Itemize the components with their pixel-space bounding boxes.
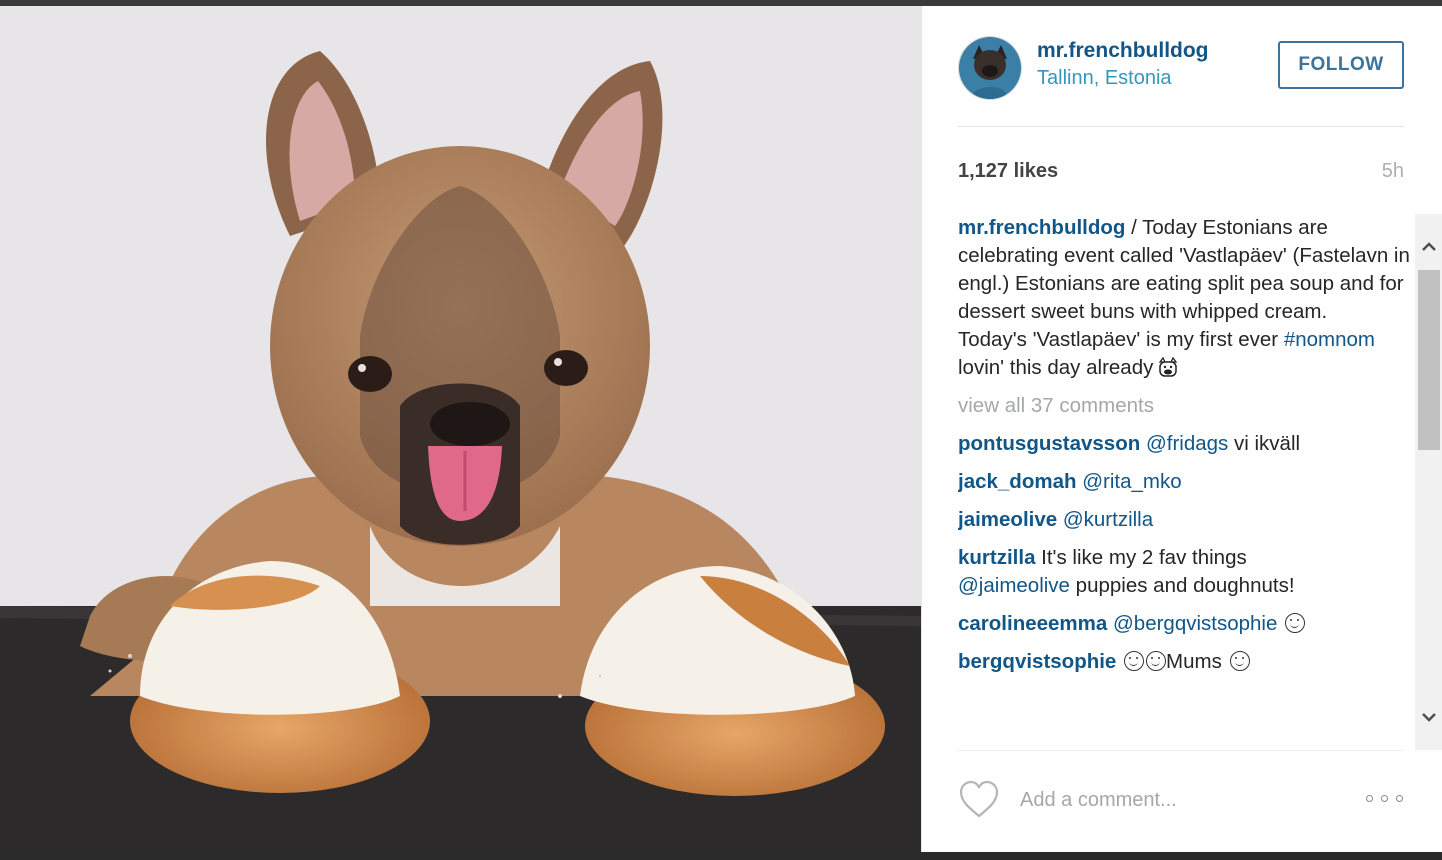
likes-count[interactable]: 1,127 likes xyxy=(958,160,1058,183)
comment-username[interactable]: jaimeolive xyxy=(958,508,1057,531)
smiling-face-emoji-icon xyxy=(1124,651,1145,671)
post-timestamp[interactable]: 5h xyxy=(1382,160,1404,183)
comment-item: jack_domah @rita_mko xyxy=(958,468,1410,496)
comments-scrollbar[interactable] xyxy=(1415,214,1442,750)
french-bulldog-photo xyxy=(0,6,921,852)
comment-username[interactable]: carolineeemma xyxy=(958,612,1107,635)
comment-item: kurtzilla It's like my 2 fav things @jai… xyxy=(958,544,1410,600)
cow-face-emoji-icon xyxy=(1159,356,1178,377)
post-location[interactable]: Tallinn, Estonia xyxy=(1037,67,1172,90)
comment-username[interactable]: jack_domah xyxy=(958,470,1077,493)
post-caption: mr.frenchbulldog / Today Estonians are c… xyxy=(958,214,1410,382)
smiling-face-emoji-icon xyxy=(1146,651,1167,671)
header-divider xyxy=(958,126,1404,127)
heart-icon[interactable] xyxy=(958,780,1000,820)
comment-text xyxy=(1277,612,1283,635)
post-photo[interactable] xyxy=(0,6,921,852)
avatar-image xyxy=(959,37,1021,99)
comment-username[interactable]: pontusgustavsson xyxy=(958,432,1140,455)
comment-text: vi ikväll xyxy=(1228,432,1301,455)
comment-item: bergqvistsophie Mums xyxy=(958,648,1410,676)
caption-username[interactable]: mr.frenchbulldog xyxy=(958,216,1125,239)
chevron-up-icon[interactable] xyxy=(1415,234,1442,260)
comments-scroll-area[interactable]: mr.frenchbulldog / Today Estonians are c… xyxy=(958,214,1410,748)
comment-item: pontusgustavsson @fridags vi ikväll xyxy=(958,430,1410,458)
caption-text-2: Today's 'Vastlapäev' is my first ever xyxy=(958,328,1284,351)
comment-text: puppies and doughnuts! xyxy=(1069,574,1295,597)
comment-username[interactable]: kurtzilla xyxy=(958,546,1035,569)
footer-divider xyxy=(958,750,1404,751)
post-details-panel: mr.frenchbulldog Tallinn, Estonia FOLLOW… xyxy=(921,6,1442,852)
comment-mention[interactable]: @jaimeolive xyxy=(958,574,1070,597)
caption-text-3: lovin' this day already xyxy=(958,356,1154,379)
caption-hashtag[interactable]: #nomnom xyxy=(1284,328,1375,351)
add-comment-input[interactable] xyxy=(1018,782,1352,818)
window-bottom-border xyxy=(0,852,1442,860)
comment-mention[interactable]: @fridags xyxy=(1146,432,1228,455)
smiling-face-emoji-icon xyxy=(1229,651,1250,671)
comment-text: Mums xyxy=(1166,650,1228,673)
comment-mention[interactable]: @rita_mko xyxy=(1082,470,1181,493)
smiling-face-emoji-icon xyxy=(1285,613,1306,633)
comment-item: jaimeolive @kurtzilla xyxy=(958,506,1410,534)
view-all-comments-link[interactable]: view all 37 comments xyxy=(958,392,1410,420)
post-author-username[interactable]: mr.frenchbulldog xyxy=(1037,39,1209,63)
comment-item: carolineeemma @bergqvistsophie xyxy=(958,610,1410,638)
comment-mention[interactable]: @kurtzilla xyxy=(1063,508,1153,531)
follow-button[interactable]: FOLLOW xyxy=(1278,41,1404,89)
avatar[interactable] xyxy=(958,36,1022,100)
chevron-down-icon[interactable] xyxy=(1415,704,1442,730)
scrollbar-thumb[interactable] xyxy=(1418,270,1440,450)
comment-text-before: It's like my 2 fav things xyxy=(1035,546,1247,569)
comment-mention[interactable]: @bergqvistsophie xyxy=(1113,612,1277,635)
more-options-icon[interactable] xyxy=(1366,786,1406,810)
comment-username[interactable]: bergqvistsophie xyxy=(958,650,1116,673)
